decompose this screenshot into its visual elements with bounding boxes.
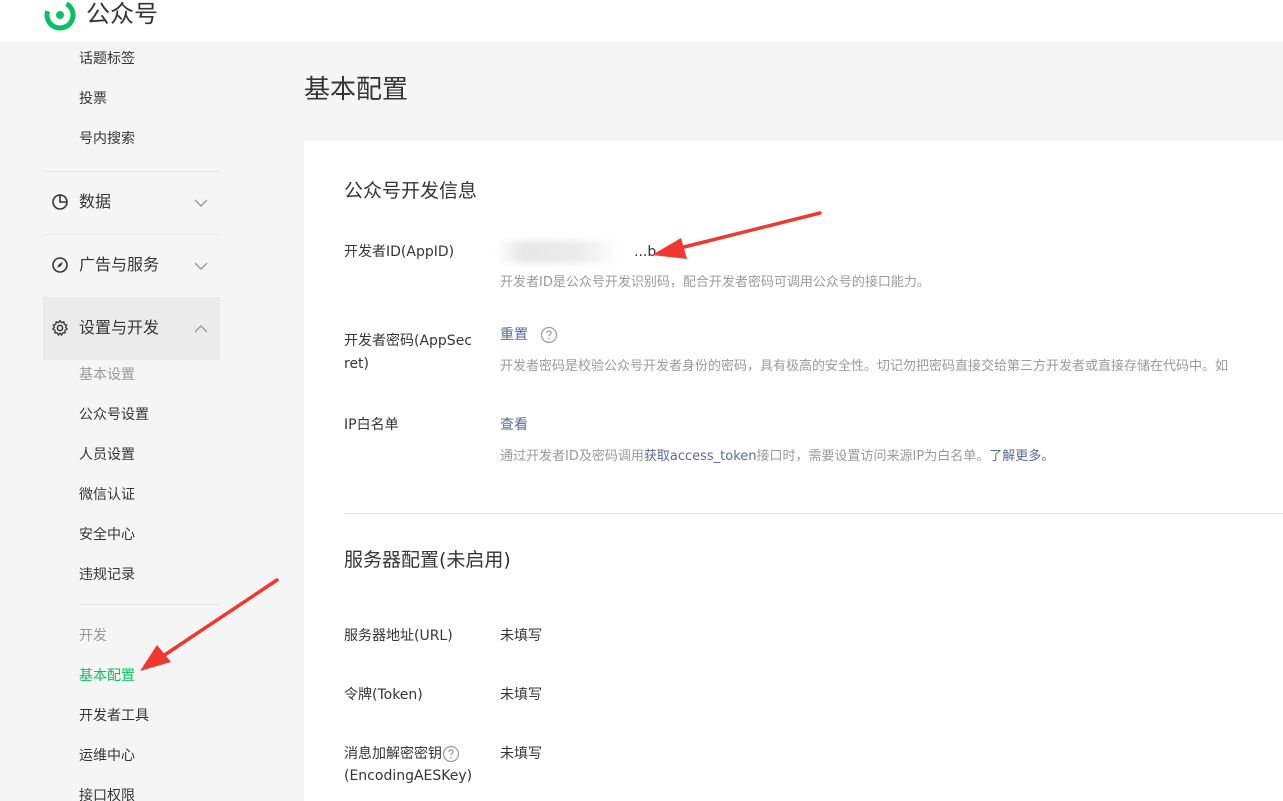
appsecret-label-line2: ret) xyxy=(344,356,370,372)
appsecret-actions: 重置 xyxy=(500,325,558,345)
gear-icon xyxy=(52,319,68,336)
appid-label: 开发者ID(AppID) xyxy=(344,244,455,260)
sidebar-item-basic-config[interactable]: 基本配置 xyxy=(79,666,135,686)
page-title: 基本配置 xyxy=(304,75,409,105)
sidebar-item-account-settings[interactable]: 公众号设置 xyxy=(79,405,149,425)
ip-whitelist-view-link[interactable]: 查看 xyxy=(500,415,528,435)
aes-key-label-line2: (EncodingAESKey) xyxy=(344,768,473,784)
sidebar-group-label: 设置与开发 xyxy=(79,318,160,337)
sidebar-group-label: 广告与服务 xyxy=(79,255,160,274)
brand-title[interactable]: 公众号 xyxy=(86,0,158,28)
aes-key-value: 未填写 xyxy=(500,746,542,762)
sidebar-subheading-dev: 开发 xyxy=(79,628,107,644)
compass-icon xyxy=(52,257,68,273)
help-icon[interactable] xyxy=(540,326,558,344)
pie-chart-icon xyxy=(52,194,68,210)
chevron-up-icon xyxy=(194,325,208,333)
sidebar-item-api-permissions[interactable]: 接口权限 xyxy=(79,786,135,801)
sidebar-item-staff-settings[interactable]: 人员设置 xyxy=(79,445,135,465)
sidebar-item-vote[interactable]: 投票 xyxy=(79,89,107,109)
token-label: 令牌(Token) xyxy=(344,687,423,703)
sidebar: 话题标签 投票 号内搜索 数据 广告与服务 设置与开发 基本设置 公众号设置 人… xyxy=(0,41,303,801)
appid-value: ...b xyxy=(634,244,657,260)
section-divider xyxy=(344,513,1283,514)
access-token-link[interactable]: 获取access_token xyxy=(644,449,757,464)
token-value: 未填写 xyxy=(500,687,542,703)
sidebar-group-ads-services[interactable]: 广告与服务 xyxy=(43,235,220,297)
section-title-server-config: 服务器配置(未启用) xyxy=(344,549,511,571)
appid-redaction xyxy=(498,241,618,263)
sidebar-item-violation-records[interactable]: 违规记录 xyxy=(79,565,135,585)
ip-whitelist-description: 通过开发者ID及密码调用获取access_token接口时，需要设置访问来源IP… xyxy=(500,449,1055,464)
reset-secret-link[interactable]: 重置 xyxy=(500,327,528,343)
main-panel: 公众号开发信息 开发者ID(AppID) ...b 开发者ID是公众号开发识别码… xyxy=(304,141,1283,801)
sidebar-item-wechat-verify[interactable]: 微信认证 xyxy=(79,485,135,505)
section-title-dev-info: 公众号开发信息 xyxy=(344,180,478,202)
server-url-label: 服务器地址(URL) xyxy=(344,628,453,644)
sidebar-item-dev-tools[interactable]: 开发者工具 xyxy=(79,706,149,726)
learn-more-link[interactable]: 了解更多。 xyxy=(989,449,1054,464)
chevron-down-icon xyxy=(194,199,208,207)
appsecret-label-line1: 开发者密码(AppSec xyxy=(344,333,473,349)
sidebar-item-security-center[interactable]: 安全中心 xyxy=(79,525,135,545)
chevron-down-icon xyxy=(194,262,208,270)
sidebar-group-settings-dev[interactable]: 设置与开发 xyxy=(43,298,220,360)
aes-key-label-line1: 消息加解密密钥 xyxy=(344,743,494,765)
server-url-value: 未填写 xyxy=(500,628,542,644)
wechat-official-logo-icon[interactable] xyxy=(43,0,77,32)
sidebar-item-search[interactable]: 号内搜索 xyxy=(79,129,135,149)
appid-description: 开发者ID是公众号开发识别码，配合开发者密码可调用公众号的接口能力。 xyxy=(500,275,930,290)
sidebar-item-ops-center[interactable]: 运维中心 xyxy=(79,746,135,766)
top-bar: 公众号 xyxy=(0,0,1283,41)
sidebar-group-label: 数据 xyxy=(79,192,112,211)
sidebar-group-data[interactable]: 数据 xyxy=(43,172,220,234)
appsecret-description: 开发者密码是校验公众号开发者身份的密码，具有极高的安全性。切记勿把密码直接交给第… xyxy=(500,359,1229,374)
sidebar-divider xyxy=(79,604,220,605)
ip-whitelist-label: IP白名单 xyxy=(344,417,399,433)
sidebar-item-topic-tags[interactable]: 话题标签 xyxy=(79,49,135,69)
sidebar-subheading-basic-settings: 基本设置 xyxy=(79,367,135,383)
help-icon[interactable] xyxy=(442,745,460,763)
